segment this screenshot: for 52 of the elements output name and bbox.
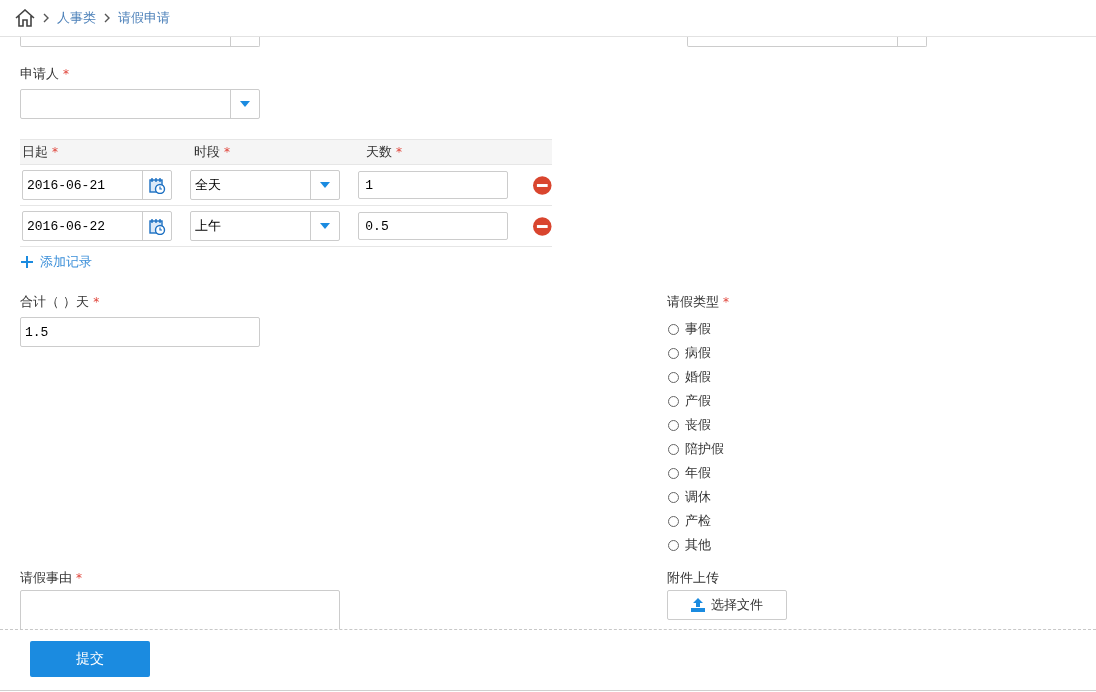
- required-mark: *: [396, 145, 402, 159]
- select-field[interactable]: 全天: [190, 170, 341, 200]
- caret-icon: [320, 223, 331, 229]
- required-mark: *: [52, 145, 58, 159]
- add-record-link[interactable]: 添加记录: [21, 254, 92, 270]
- calendar-icon[interactable]: [148, 176, 166, 194]
- required-mark: *: [723, 295, 729, 309]
- column-header: 时段: [194, 143, 220, 161]
- chevron-icon: [43, 13, 49, 23]
- chevron-icon: [104, 13, 110, 23]
- field-label: 请假事由: [20, 569, 72, 587]
- field-label: 合计（ ）天: [20, 293, 90, 311]
- caret-icon: [320, 182, 331, 188]
- radio-label[interactable]: 年假: [685, 464, 711, 482]
- field-label: 附件上传: [667, 569, 719, 587]
- required-mark: *: [76, 571, 82, 585]
- radio-label[interactable]: 丧假: [685, 416, 711, 434]
- radio-label[interactable]: 产检: [685, 512, 711, 530]
- date-field[interactable]: 2016-06-21: [22, 170, 172, 200]
- field-label: 请假类型: [667, 293, 719, 311]
- input-field[interactable]: 0.5: [358, 212, 509, 240]
- input-field[interactable]: 1: [358, 171, 509, 199]
- select-field[interactable]: [20, 37, 260, 47]
- radio-label[interactable]: 产假: [685, 392, 711, 410]
- choose-file-button[interactable]: 选择文件: [667, 590, 787, 620]
- caret-icon: [240, 101, 250, 107]
- input-field[interactable]: 1.5: [20, 317, 260, 347]
- home-icon[interactable]: [15, 9, 35, 27]
- upload-icon: [691, 598, 705, 612]
- date-field[interactable]: 2016-06-22: [22, 211, 172, 241]
- remove-icon[interactable]: [533, 175, 552, 195]
- remove-icon[interactable]: [533, 216, 552, 236]
- plus-icon: [21, 256, 33, 268]
- radio-label[interactable]: 陪护假: [685, 440, 724, 458]
- required-mark: *: [93, 295, 100, 309]
- submit-button[interactable]: 提交: [30, 641, 150, 677]
- radio-label[interactable]: 婚假: [685, 368, 711, 386]
- select-field[interactable]: [687, 37, 927, 47]
- column-header: 日起: [22, 143, 48, 161]
- field-label: 申请人: [20, 65, 59, 83]
- breadcrumb-link[interactable]: 请假申请: [118, 9, 170, 27]
- radio-label[interactable]: 调休: [685, 488, 711, 506]
- select-field[interactable]: 上午: [190, 211, 341, 241]
- select-field[interactable]: [20, 89, 260, 119]
- radio-label[interactable]: 病假: [685, 344, 711, 362]
- required-mark: *: [63, 67, 69, 81]
- radio-label[interactable]: 事假: [685, 320, 711, 338]
- column-header: 天数: [366, 143, 392, 161]
- radio-label[interactable]: 其他: [685, 536, 711, 554]
- required-mark: *: [224, 145, 230, 159]
- calendar-icon[interactable]: [148, 217, 166, 235]
- breadcrumb-link[interactable]: 人事类: [57, 9, 96, 27]
